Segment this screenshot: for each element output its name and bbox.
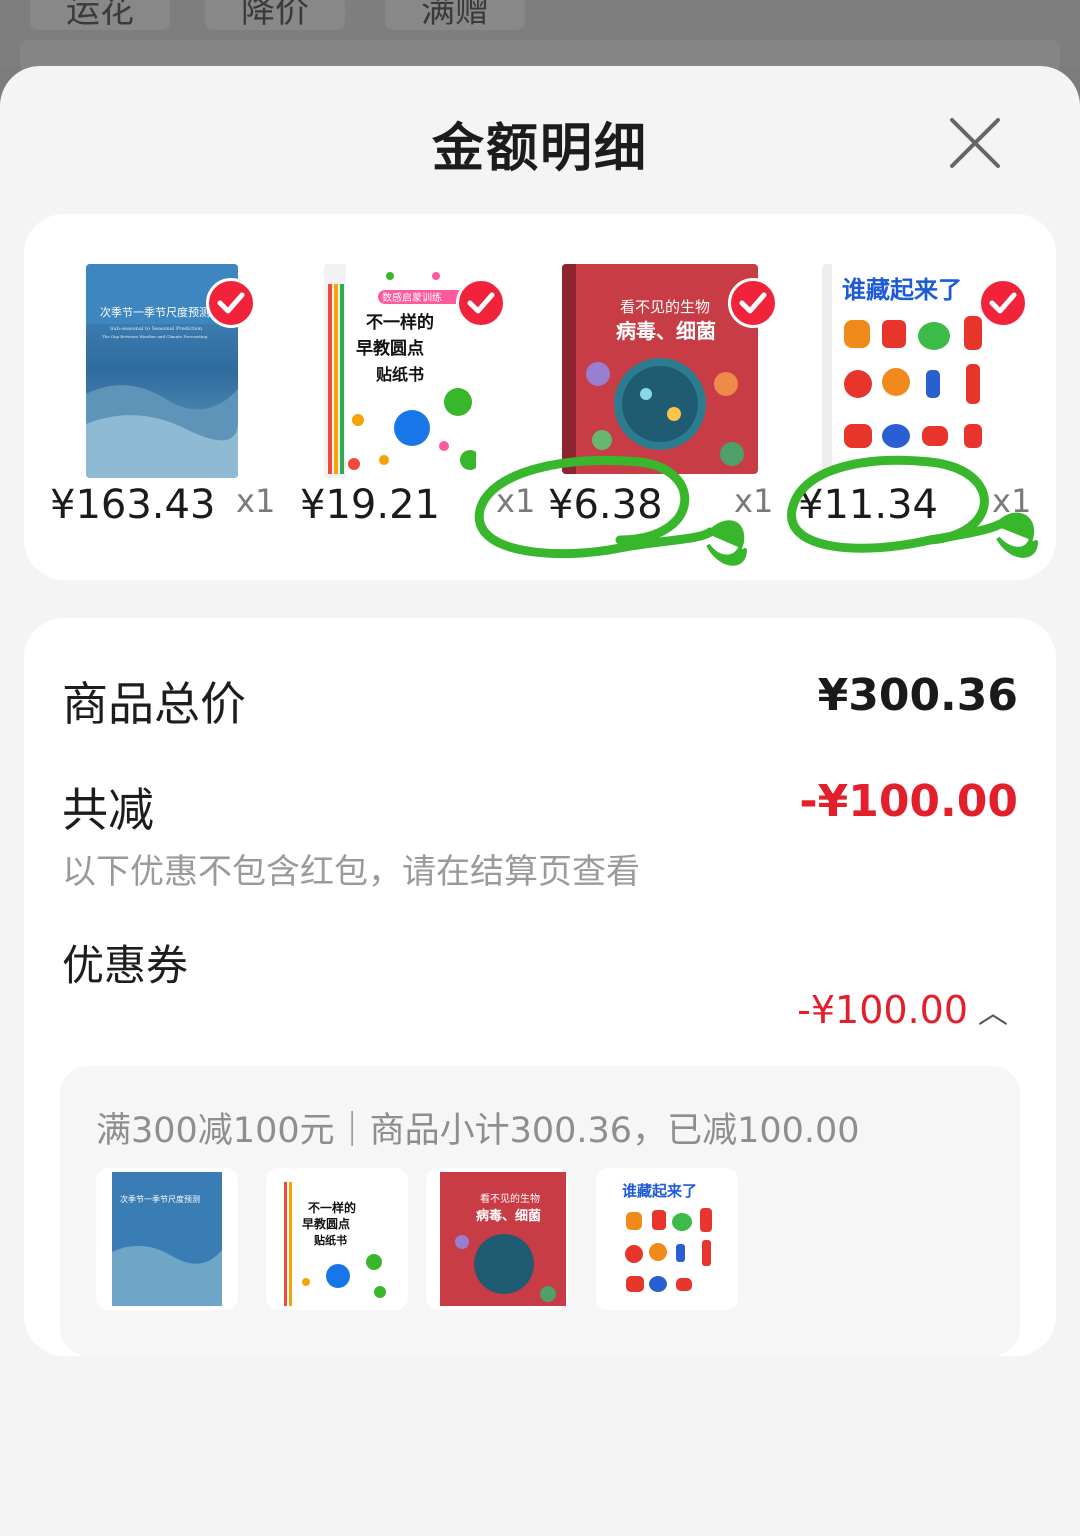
sheet-title: 金额明细 — [431, 119, 648, 179]
product-price: ¥6.38 — [548, 482, 663, 528]
product-item[interactable]: 看不见的生物 病毒、细菌 ¥6.38 x1 — [524, 214, 778, 580]
book-title-text: 不一样的 — [308, 1200, 356, 1215]
price-summary-card: 商品总价 ¥300.36 共减 -¥100.00 以下优惠不包含红包，请在结算页… — [24, 618, 1056, 1356]
book-title-text: 次季节一季节尺度预测 — [120, 1194, 200, 1204]
total-reduction-value: -¥100.00 — [799, 776, 1018, 827]
close-icon — [950, 118, 1000, 168]
coupon-product-thumbnail: 看不见的生物 病毒、细菌 — [426, 1168, 568, 1310]
book-title-text: 病毒、细菌 — [616, 319, 716, 343]
background-tab-bar: 运花 降价 满赠 — [0, 0, 1080, 70]
checked-icon[interactable] — [978, 278, 1028, 328]
book-title-text: 贴纸书 — [313, 1233, 347, 1247]
checked-icon[interactable] — [728, 278, 778, 328]
total-price-label: 商品总价 — [62, 677, 246, 731]
product-item[interactable]: 数感启蒙训练 不一样的 早教圆点 贴纸书 ¥19.21 x1 — [274, 214, 535, 580]
close-button[interactable] — [942, 110, 1008, 176]
product-quantity: x1 — [236, 482, 276, 520]
product-list-card: 次季节一季节尺度预测 Sub-seasonal to Seasonal Pred… — [24, 214, 1056, 580]
book-title-text: 不一样的 — [366, 312, 434, 333]
coupon-product-thumbnail: 次季节一季节尺度预测 — [96, 1168, 238, 1310]
product-image: 数感启蒙训练 不一样的 早教圆点 贴纸书 — [324, 264, 476, 478]
book-title-text: 看不见的生物 — [480, 1192, 540, 1205]
discount-note: 以下优惠不包含红包，请在结算页查看 — [62, 852, 640, 892]
product-item[interactable]: 谁藏起来了 ¥11.34 x1 — [774, 214, 1031, 580]
coupon-detail-box: 满300减100元｜商品小计300.36，已减100.00 次季节一季节尺度预测 — [60, 1066, 1020, 1356]
background-tab: 运花 — [30, 0, 170, 30]
total-reduction-label: 共减 — [62, 783, 154, 837]
book-title-text: 贴纸书 — [376, 365, 424, 384]
background-tab: 满赠 — [385, 0, 525, 30]
book-subtitle-text: Sub-seasonal to Seasonal Prediction — [110, 326, 203, 332]
product-item[interactable]: 次季节一季节尺度预测 Sub-seasonal to Seasonal Pred… — [24, 214, 276, 580]
background-tab: 降价 — [205, 0, 345, 30]
coupon-product-thumbnail: 谁藏起来了 — [596, 1168, 738, 1310]
book-title-text: 次季节一季节尺度预测 — [100, 305, 210, 319]
book-title-text: 早教圆点 — [302, 1216, 350, 1231]
checked-icon[interactable] — [456, 278, 506, 328]
coupon-description: 满300减100元｜商品小计300.36，已减100.00 — [96, 1111, 860, 1151]
product-quantity: x1 — [734, 482, 774, 520]
product-price: ¥19.21 — [300, 482, 440, 528]
book-title-text: 谁藏起来了 — [842, 276, 962, 304]
book-title-text: 看不见的生物 — [620, 298, 710, 316]
chevron-up-icon: ︿ — [978, 996, 1008, 1031]
book-title-text: 早教圆点 — [356, 338, 424, 359]
amount-detail-sheet: 金额明细 次季节一季节尺度预测 Sub-seasonal to Seasonal… — [0, 66, 1080, 1536]
checked-icon[interactable] — [206, 278, 256, 328]
coupon-label: 优惠券 — [62, 941, 189, 990]
coupon-value: -¥100.00 — [797, 988, 968, 1032]
product-price: ¥163.43 — [50, 482, 216, 528]
book-title-text: 谁藏起来了 — [622, 1182, 697, 1200]
product-image: 谁藏起来了 — [822, 264, 998, 476]
product-quantity: x1 — [992, 482, 1032, 520]
book-badge-text: 数感启蒙训练 — [382, 291, 442, 304]
book-title-text: 病毒、细菌 — [476, 1208, 541, 1224]
total-price-value: ¥300.36 — [817, 670, 1018, 721]
product-price: ¥11.34 — [798, 482, 938, 528]
coupon-product-thumbnail: 不一样的 早教圆点 贴纸书 — [266, 1168, 408, 1310]
book-subtitle-text: The Gap Between Weather and Climate Fore… — [102, 334, 208, 339]
coupon-toggle[interactable]: -¥100.00 ︿ — [797, 988, 1008, 1032]
